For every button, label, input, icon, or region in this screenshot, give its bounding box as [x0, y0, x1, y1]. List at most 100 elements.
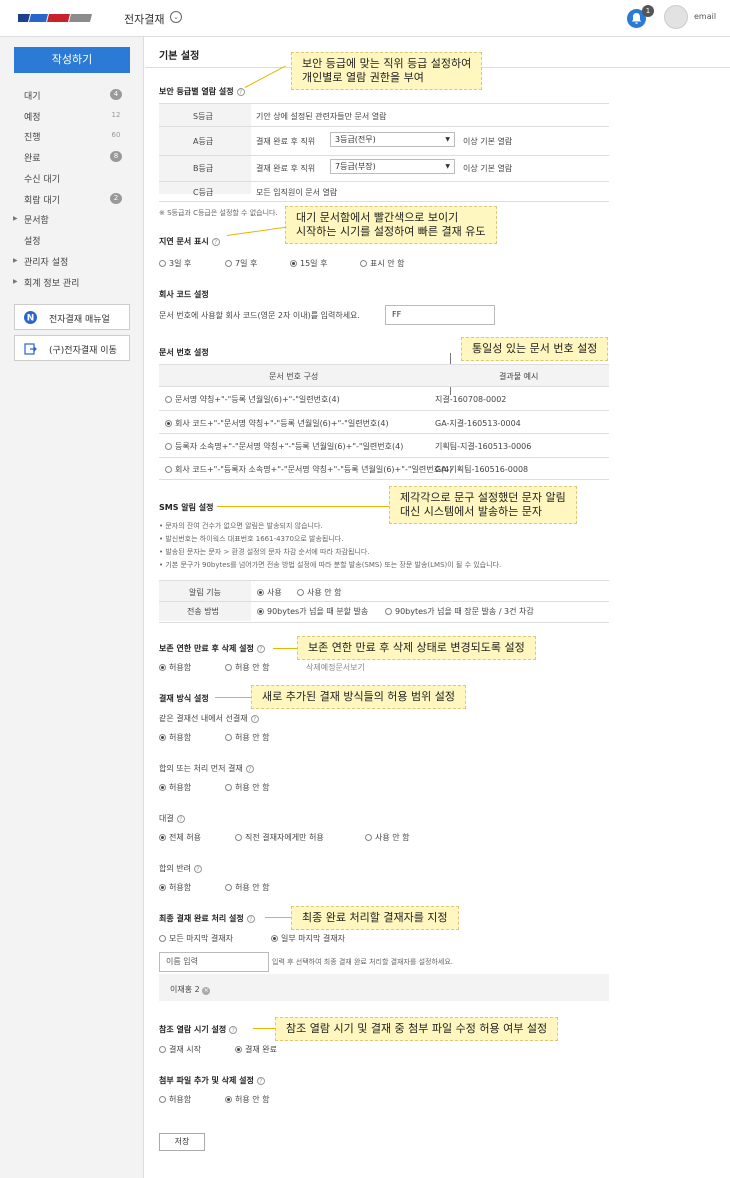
help-icon[interactable]: ? [245, 764, 254, 773]
divider [159, 433, 609, 434]
count-badge: 60 [111, 131, 121, 139]
company-code-input[interactable]: FF [385, 305, 495, 325]
write-button[interactable]: 작성하기 [14, 47, 130, 73]
sidebar-item-accounting[interactable]: 회계 정보 관리 [24, 276, 79, 289]
method-group-title: 합의 또는 처리 먼저 결재? [159, 763, 254, 774]
delay-option-none[interactable]: 표시 안 함 [360, 258, 405, 269]
retention-option-allow[interactable]: 허용함 [159, 662, 191, 673]
sidebar-item-pending[interactable]: 대기 [24, 89, 41, 102]
grade-a-select[interactable]: 3등급(전무) ▼ [330, 132, 455, 147]
retention-option-deny[interactable]: 허용 안 함 [225, 662, 270, 673]
section-title-method: 결재 방식 설정 [159, 694, 209, 703]
sidebar-item-settings[interactable]: 설정 [24, 234, 41, 247]
help-icon[interactable]: ? [236, 87, 245, 96]
manual-button[interactable]: N 전자결재 매뉴얼 [14, 304, 130, 330]
sidebar-item-receive-wait[interactable]: 수신 대기 [24, 172, 60, 185]
help-icon[interactable]: ? [193, 864, 202, 873]
final-option-all[interactable]: 모든 마지막 결재자 [159, 933, 233, 944]
method-2-prev[interactable]: 직전 결재자에게만 허용 [235, 832, 324, 843]
method-group-title: 같은 결재선 내에서 선결재? [159, 713, 259, 724]
count-badge: 8 [110, 151, 122, 162]
avatar[interactable] [664, 5, 688, 29]
doc-format-option[interactable]: 문서명 약칭+"-"등록 년월일(6)+"-"일련번호(4) [165, 394, 340, 405]
method-0-allow[interactable]: 허용함 [159, 732, 191, 743]
company-logo[interactable] [18, 12, 92, 24]
legacy-button[interactable]: (구)전자결재 이동 [14, 335, 130, 361]
user-email[interactable]: email [694, 12, 716, 21]
divider [159, 622, 609, 623]
callout-leader [265, 917, 291, 918]
remove-icon[interactable]: × [202, 987, 211, 995]
callout-retention: 보존 연한 만료 후 삭제 상태로 변경되도록 설정 [297, 636, 536, 660]
sms-note: • 발송된 문자는 문자 > 환경 설정의 문자 차감 순서에 따라 차감됩니다… [159, 548, 370, 556]
grade-desc: 모든 임직원이 문서 열람 [256, 188, 338, 197]
method-3-deny[interactable]: 허용 안 함 [225, 882, 270, 893]
sms-note: • 문자의 잔여 건수가 없으면 알림은 발송되지 않습니다. [159, 522, 323, 530]
delay-option-15d[interactable]: 15일 후 [290, 258, 327, 269]
view-pending-delete-link[interactable]: 삭제예정문서보기 [306, 662, 365, 673]
callout-sms: 제각각으로 문구 설정했던 문자 알림 대신 시스템에서 발송하는 문자 [389, 486, 577, 524]
doc-format-option[interactable]: 회사 코드+"-"문서명 약칭+"-"등록 년월일(6)+"-"일련번호(4) [165, 418, 389, 429]
delay-option-7d[interactable]: 7일 후 [225, 258, 257, 269]
chevron-down-icon[interactable]: ⌄ [170, 11, 182, 23]
reference-option-start[interactable]: 결재 시작 [159, 1044, 201, 1055]
callout-reference: 참조 열람 시기 및 결재 중 첨부 파일 수정 허용 여부 설정 [275, 1017, 559, 1041]
help-icon[interactable]: ? [176, 814, 185, 823]
method-1-deny[interactable]: 허용 안 함 [225, 782, 270, 793]
sidebar-item-circulation-wait[interactable]: 회람 대기 [24, 193, 60, 206]
reference-option-complete[interactable]: 결재 완료 [235, 1044, 277, 1055]
final-name-input[interactable]: 이름 입력 [159, 952, 269, 972]
app-title[interactable]: 전자결재 [124, 11, 164, 27]
attachment-option-deny[interactable]: 허용 안 함 [225, 1094, 270, 1105]
method-group-title: 합의 반려? [159, 863, 202, 874]
sidebar-item-doc-box[interactable]: 문서함 [24, 213, 49, 226]
delay-option-3d[interactable]: 3일 후 [159, 258, 191, 269]
col-header-format: 문서 번호 구성 [269, 372, 319, 381]
alarm-option-on[interactable]: 사용 [257, 587, 282, 598]
sidebar-item-done[interactable]: 완료 [24, 151, 41, 164]
sidebar: 작성하기 대기 4 예정 12 진행 60 완료 8 수신 대기 회람 대기 2… [0, 37, 144, 1178]
selected-approver-area [159, 974, 609, 1001]
method-2-all[interactable]: 전체 허용 [159, 832, 201, 843]
help-icon[interactable]: ? [229, 1025, 238, 1034]
help-icon[interactable]: ? [246, 914, 255, 923]
alarm-option-off[interactable]: 사용 안 함 [297, 587, 342, 598]
callout-method: 새로 추가된 결재 방식들의 허용 범위 설정 [251, 685, 467, 709]
doc-format-example: 지결-160708-0002 [435, 395, 507, 404]
final-option-some[interactable]: 일부 마지막 결재자 [271, 933, 345, 944]
grade-suffix: 이상 기본 열람 [463, 164, 513, 173]
company-code-desc: 문서 번호에 사용할 회사 코드(영문 2자 이내)를 입력하세요. [159, 311, 360, 320]
method-2-none[interactable]: 사용 안 함 [365, 832, 410, 843]
callout-doc-number: 통일성 있는 문서 번호 설정 [461, 337, 609, 361]
divider [159, 479, 609, 480]
sidebar-item-in-progress[interactable]: 진행 [24, 130, 41, 143]
doc-format-option[interactable]: 등록자 소속명+"-"문서명 약칭+"-"등록 년월일(6)+"-"일련번호(4… [165, 441, 403, 452]
help-icon[interactable]: ? [256, 1076, 265, 1085]
sidebar-item-admin[interactable]: 관리자 설정 [24, 255, 68, 268]
page-title: 기본 설정 [159, 51, 200, 62]
grade-b-select[interactable]: 7등급(부장) ▼ [330, 159, 455, 174]
section-title-delay: 지연 문서 표시? [159, 236, 220, 247]
send-option-split[interactable]: 90bytes가 넘을 때 분할 발송 [257, 606, 368, 617]
caret-right-icon: ▶ [13, 278, 18, 285]
divider [159, 155, 609, 156]
divider [159, 386, 609, 387]
method-1-allow[interactable]: 허용함 [159, 782, 191, 793]
help-icon[interactable]: ? [211, 237, 220, 246]
method-3-allow[interactable]: 허용함 [159, 882, 191, 893]
callout-leader [273, 648, 297, 649]
security-note: ※ S등급과 C등급은 설정할 수 없습니다. [159, 209, 278, 217]
attachment-option-allow[interactable]: 허용함 [159, 1094, 191, 1105]
callout-leader [226, 226, 287, 236]
save-button[interactable]: 저장 [159, 1133, 205, 1151]
method-0-deny[interactable]: 허용 안 함 [225, 732, 270, 743]
help-icon[interactable]: ? [250, 714, 259, 723]
grade-desc: 결재 완료 후 직위 [256, 164, 316, 173]
send-option-long[interactable]: 90bytes가 넘을 때 장문 발송 / 3건 차감 [385, 606, 534, 617]
callout-leader [217, 506, 389, 507]
main-content: 기본 설정 보안 등급별 열람 설정? 보안 등급에 맞는 직위 등급 설정하여… [145, 37, 730, 1178]
sidebar-item-scheduled[interactable]: 예정 [24, 110, 41, 123]
svg-text:N: N [27, 314, 35, 324]
help-icon[interactable]: ? [256, 644, 265, 653]
doc-format-option[interactable]: 회사 코드+"-"등록자 소속명+"-"문서명 약칭+"-"등록 년월일(6)+… [165, 464, 452, 475]
